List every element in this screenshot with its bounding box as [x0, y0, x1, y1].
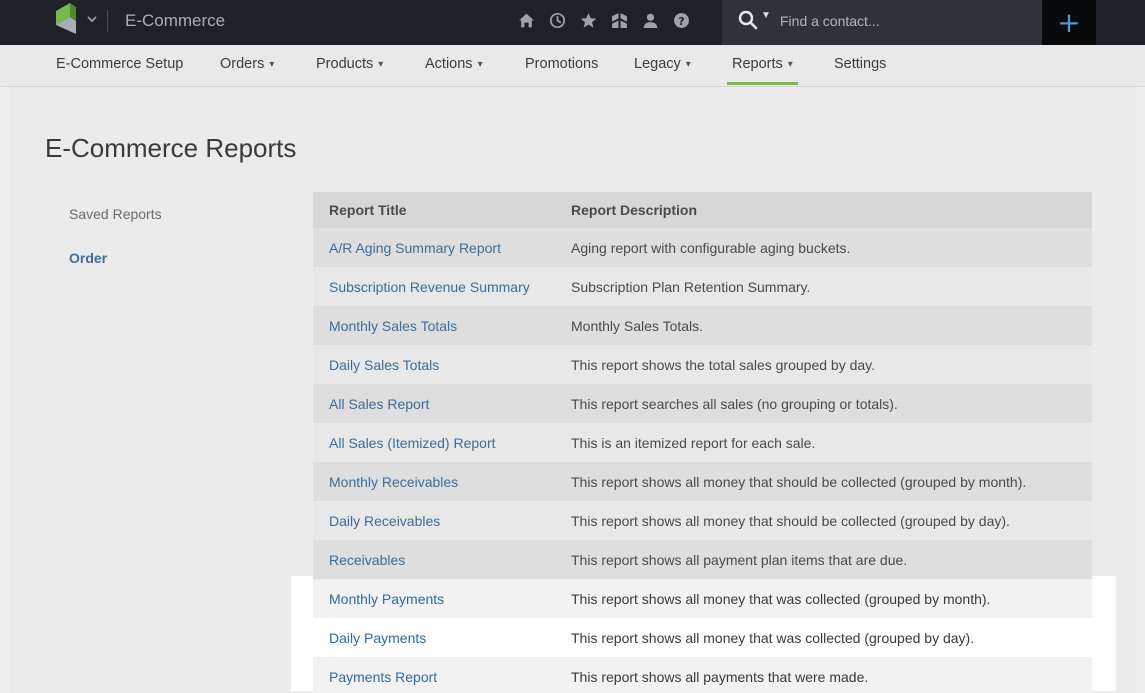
report-link[interactable]: A/R Aging Summary Report: [329, 240, 501, 256]
sidebar-item-saved-reports[interactable]: Saved Reports: [69, 206, 162, 222]
report-title-cell: Monthly Sales Totals: [313, 306, 555, 345]
table-row: Daily Payments This report shows all mon…: [313, 618, 1092, 657]
table-row: Monthly Sales Totals Monthly Sales Total…: [313, 306, 1092, 345]
chevron-down-icon: ▾: [685, 59, 691, 70]
reports-table: Report Title Report Description A/R Agin…: [313, 192, 1092, 693]
report-description: Aging report with configurable aging buc…: [555, 228, 1092, 267]
nav-label: E-Commerce Setup: [56, 56, 184, 72]
column-header-title: Report Title: [313, 192, 555, 228]
report-link[interactable]: Monthly Sales Totals: [329, 318, 457, 334]
nav-actions[interactable]: Actions ▾: [425, 45, 483, 85]
report-description: This report shows all payment plan items…: [555, 540, 1092, 579]
table-row: All Sales (Itemized) Report This is an i…: [313, 423, 1092, 462]
table-row: All Sales Report This report searches al…: [313, 384, 1092, 423]
nav-products[interactable]: Products ▾: [316, 45, 383, 85]
table-row: Daily Receivables This report shows all …: [313, 501, 1092, 540]
top-bar: E-Commerce ? ▼ +: [0, 0, 1145, 45]
nav-label: Legacy: [634, 56, 681, 72]
nav-orders[interactable]: Orders ▾: [220, 45, 274, 85]
report-title-cell: Monthly Payments: [313, 579, 555, 618]
star-icon[interactable]: [578, 10, 599, 30]
search-filter-caret-icon[interactable]: ▼: [761, 10, 771, 21]
app-title: E-Commerce: [125, 11, 226, 30]
nav-ecommerce-setup[interactable]: E-Commerce Setup: [56, 45, 183, 85]
user-icon[interactable]: [640, 10, 661, 30]
clock-icon[interactable]: [547, 10, 568, 30]
divider: [107, 10, 108, 32]
report-link[interactable]: Subscription Revenue Summary: [329, 279, 530, 295]
report-title-cell: Daily Sales Totals: [313, 345, 555, 384]
report-link[interactable]: Daily Receivables: [329, 513, 440, 529]
add-button[interactable]: +: [1042, 0, 1096, 45]
page-title: E-Commerce Reports: [45, 133, 297, 163]
app-logo-icon[interactable]: [56, 3, 76, 34]
help-icon[interactable]: ?: [671, 10, 692, 30]
table-row: Daily Sales Totals This report shows the…: [313, 345, 1092, 384]
table-row: Monthly Payments This report shows all m…: [313, 579, 1092, 618]
report-description: This report shows all money that was col…: [555, 579, 1092, 618]
report-link[interactable]: Monthly Payments: [329, 591, 444, 607]
chevron-down-icon: ▾: [477, 59, 483, 70]
chevron-down-icon: ▾: [378, 59, 384, 70]
nav-label: Reports: [732, 56, 783, 72]
column-header-description: Report Description: [555, 192, 1092, 228]
nav-promotions[interactable]: Promotions: [525, 45, 598, 85]
dashboard-icon[interactable]: [609, 10, 630, 30]
nav-label: Promotions: [525, 56, 599, 72]
chevron-down-icon[interactable]: [86, 13, 98, 25]
report-link[interactable]: Receivables: [329, 552, 405, 568]
report-title-cell: Payments Report: [313, 657, 555, 693]
report-title-cell: All Sales (Itemized) Report: [313, 423, 555, 462]
report-link[interactable]: Monthly Receivables: [329, 474, 458, 490]
search-bar: ▼: [722, 0, 1042, 45]
nav-legacy[interactable]: Legacy ▾: [634, 45, 691, 85]
report-description: This report shows the total sales groupe…: [555, 345, 1092, 384]
search-input[interactable]: [780, 8, 1030, 34]
table-row: Payments Report This report shows all pa…: [313, 657, 1092, 693]
report-link[interactable]: Daily Payments: [329, 630, 426, 646]
report-title-cell: A/R Aging Summary Report: [313, 228, 555, 267]
report-title-cell: Receivables: [313, 540, 555, 579]
report-description: This report shows all money that should …: [555, 462, 1092, 501]
report-link[interactable]: Payments Report: [329, 669, 437, 685]
report-description: This report shows all payments that were…: [555, 657, 1092, 693]
chevron-down-icon: ▾: [787, 59, 793, 70]
report-title-cell: Monthly Receivables: [313, 462, 555, 501]
home-icon[interactable]: [516, 10, 537, 30]
chevron-down-icon: ▾: [269, 59, 275, 70]
report-link[interactable]: Daily Sales Totals: [329, 357, 439, 373]
nav-reports[interactable]: Reports ▾: [727, 45, 798, 85]
quick-icons: ?: [516, 10, 692, 30]
table-row: Receivables This report shows all paymen…: [313, 540, 1092, 579]
report-description: This report shows all money that should …: [555, 501, 1092, 540]
search-icon[interactable]: [738, 10, 758, 30]
nav-label: Products: [316, 56, 374, 72]
report-description: This is an itemized report for each sale…: [555, 423, 1092, 462]
nav-label: Settings: [834, 56, 887, 72]
nav-label: Actions: [425, 56, 473, 72]
report-title-cell: Daily Receivables: [313, 501, 555, 540]
table-header-row: Report Title Report Description: [313, 192, 1092, 228]
main-nav: E-Commerce Setup Orders ▾ Products ▾ Actio…: [0, 45, 1145, 87]
nav-settings[interactable]: Settings: [834, 45, 886, 85]
table-row: A/R Aging Summary Report Aging report wi…: [313, 228, 1092, 267]
table-row: Subscription Revenue Summary Subscriptio…: [313, 267, 1092, 306]
table-row: Monthly Receivables This report shows al…: [313, 462, 1092, 501]
svg-text:?: ?: [678, 14, 684, 27]
nav-label: Orders: [220, 56, 265, 72]
report-description: This report shows all money that was col…: [555, 618, 1092, 657]
report-link[interactable]: All Sales Report: [329, 396, 429, 412]
report-title-cell: All Sales Report: [313, 384, 555, 423]
report-description: This report searches all sales (no group…: [555, 384, 1092, 423]
report-description: Subscription Plan Retention Summary.: [555, 267, 1092, 306]
report-title-cell: Daily Payments: [313, 618, 555, 657]
report-title-cell: Subscription Revenue Summary: [313, 267, 555, 306]
report-description: Monthly Sales Totals.: [555, 306, 1092, 345]
report-link[interactable]: All Sales (Itemized) Report: [329, 435, 496, 451]
sidebar-item-order[interactable]: Order: [69, 250, 107, 266]
